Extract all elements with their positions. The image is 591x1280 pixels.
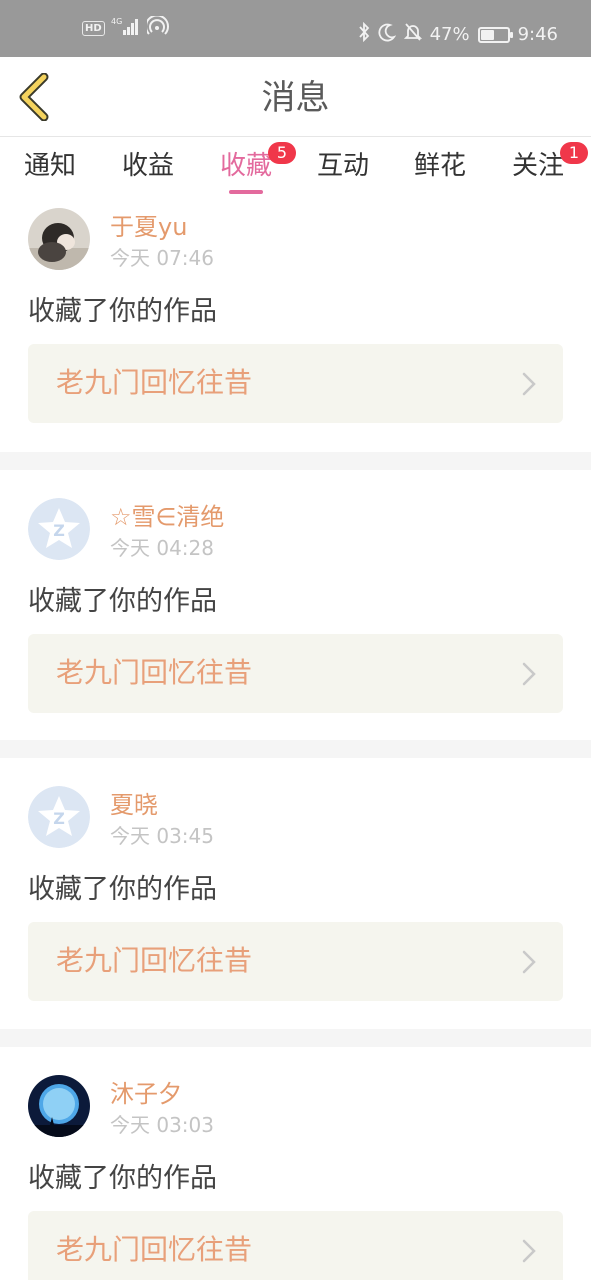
page-title: 消息 [261, 78, 330, 118]
work-title: 老九门回忆往昔 [56, 366, 253, 399]
svg-text:Z: Z [53, 809, 65, 828]
action-text: 收藏了你的作品 [28, 296, 217, 327]
avatar[interactable] [28, 1075, 90, 1137]
timestamp: 今天 03:03 [110, 1113, 214, 1137]
work-title: 老九门回忆往昔 [56, 656, 253, 689]
tab-interactions[interactable]: 互动 [317, 148, 369, 184]
separator [0, 452, 591, 470]
avatar[interactable]: Z [28, 786, 90, 848]
timestamp: 今天 03:45 [110, 824, 214, 848]
timestamp: 今天 04:28 [110, 536, 214, 560]
separator [0, 740, 591, 758]
default-avatar-icon: Z [28, 498, 90, 560]
avatar[interactable]: Z [28, 498, 90, 560]
tab-bar: 通知 收益 收藏 5 互动 鲜花 关注 1 [0, 138, 591, 198]
chevron-right-icon [522, 372, 536, 396]
battery-icon [477, 26, 513, 43]
status-left: HD 4G [82, 14, 169, 41]
tab-notifications[interactable]: 通知 [24, 148, 76, 184]
favorite-item: Z 夏晓 今天 03:45 收藏了你的作品 老九门回忆往昔 [0, 776, 591, 1029]
battery-percent: 47% [429, 23, 470, 45]
active-tab-indicator [229, 190, 263, 194]
tab-earnings[interactable]: 收益 [122, 148, 174, 184]
status-bar: HD 4G 47% 9:46 [0, 0, 591, 57]
tab-flowers[interactable]: 鲜花 [414, 148, 466, 184]
timestamp: 今天 07:46 [110, 246, 214, 270]
signal-icon: 4G [111, 16, 141, 41]
tab-label: 收益 [122, 151, 175, 181]
default-avatar-icon: Z [28, 786, 90, 848]
hotspot-icon [144, 14, 169, 41]
tab-favorites[interactable]: 收藏 5 [220, 142, 296, 194]
hd-badge: HD [82, 21, 105, 36]
work-title: 老九门回忆往昔 [56, 1233, 253, 1266]
work-link[interactable]: 老九门回忆往昔 [28, 634, 563, 713]
action-text: 收藏了你的作品 [28, 874, 217, 905]
photo-avatar-icon [28, 208, 90, 270]
mute-bell-icon [403, 22, 422, 47]
tab-label: 互动 [317, 151, 370, 181]
clock: 9:46 [517, 23, 558, 45]
work-link[interactable]: 老九门回忆往昔 [28, 344, 563, 423]
avatar[interactable] [28, 208, 90, 270]
work-link[interactable]: 老九门回忆往昔 [28, 1211, 563, 1280]
work-link[interactable]: 老九门回忆往昔 [28, 922, 563, 1001]
user-name[interactable]: 于夏yu [110, 212, 187, 242]
chevron-right-icon [522, 1239, 536, 1263]
separator [0, 1029, 591, 1047]
favorite-item: 沐子夕 今天 03:03 收藏了你的作品 老九门回忆往昔 [0, 1065, 591, 1280]
tab-label: 鲜花 [414, 151, 467, 181]
tab-label: 关注 [512, 151, 565, 181]
tab-following[interactable]: 关注 1 [512, 142, 588, 184]
moon-avatar-icon [28, 1075, 90, 1137]
work-title: 老九门回忆往昔 [56, 944, 253, 977]
svg-text:4G: 4G [111, 17, 122, 26]
tab-label: 收藏 [220, 151, 273, 181]
user-name[interactable]: 沐子夕 [110, 1079, 182, 1109]
chevron-right-icon [522, 950, 536, 974]
svg-text:Z: Z [53, 521, 65, 540]
header: 消息 [0, 57, 591, 137]
action-text: 收藏了你的作品 [28, 1163, 217, 1194]
user-name[interactable]: 夏晓 [110, 790, 158, 820]
moon-icon [378, 22, 396, 47]
tab-label: 通知 [24, 151, 77, 181]
status-right: 47% 9:46 [358, 21, 558, 47]
following-badge: 1 [560, 142, 588, 164]
favorite-item: 于夏yu 今天 07:46 收藏了你的作品 老九门回忆往昔 [0, 198, 591, 452]
action-text: 收藏了你的作品 [28, 586, 217, 617]
favorites-badge: 5 [268, 142, 296, 164]
bluetooth-icon [358, 21, 370, 47]
user-name[interactable]: ☆雪∈清绝 [110, 502, 224, 532]
favorite-item: Z ☆雪∈清绝 今天 04:28 收藏了你的作品 老九门回忆往昔 [0, 488, 591, 740]
chevron-right-icon [522, 662, 536, 686]
